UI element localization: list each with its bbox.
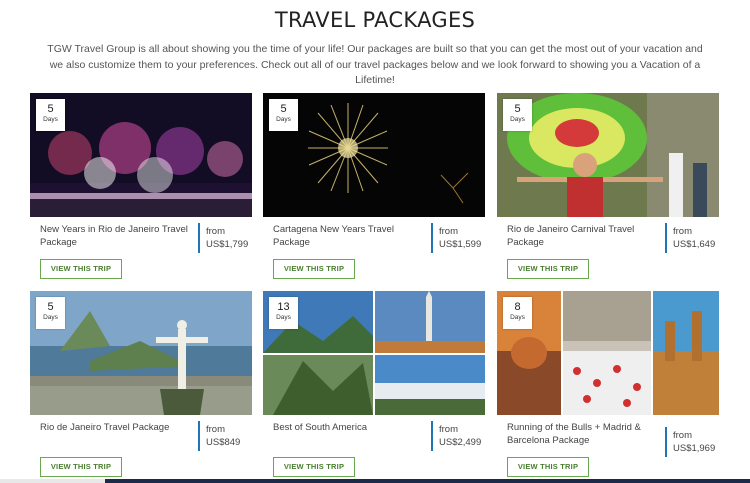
days-count: 13 [277, 301, 290, 313]
price-box: from US$1,799 [198, 223, 252, 253]
view-trip-button[interactable]: VIEW THIS TRIP [40, 259, 122, 279]
days-label: Days [510, 116, 525, 123]
days-badge: 5 Days [36, 297, 65, 329]
days-badge: 5 Days [503, 99, 532, 131]
days-badge: 5 Days [36, 99, 65, 131]
price-box: from US$1,599 [431, 223, 485, 253]
price-box: from US$1,649 [665, 223, 719, 253]
view-trip-button[interactable]: VIEW THIS TRIP [273, 259, 355, 279]
page-title: TRAVEL PACKAGES [274, 8, 476, 32]
package-card: 5 Days Cartagena New Years Travel Packag… [263, 93, 485, 279]
package-name[interactable]: Cartagena New Years Travel Package [273, 223, 423, 249]
price-from-label: from [673, 430, 692, 441]
days-count: 5 [47, 103, 54, 115]
price-from-label: from [206, 226, 225, 237]
package-card: 5 Days Rio de Janeiro Carnival Travel Pa… [497, 93, 719, 279]
view-trip-button[interactable]: VIEW THIS TRIP [507, 259, 589, 279]
price-from-label: from [673, 226, 692, 237]
price-amount: US$1,599 [439, 239, 482, 250]
package-name[interactable]: Rio de Janeiro Travel Package [40, 421, 190, 434]
price-amount: US$1,799 [206, 239, 249, 250]
price-from-label: from [439, 424, 458, 435]
price-amount: US$2,499 [439, 437, 482, 448]
view-trip-button[interactable]: VIEW THIS TRIP [507, 457, 589, 477]
days-count: 8 [514, 301, 521, 313]
days-label: Days [276, 314, 291, 321]
days-badge: 13 Days [269, 297, 298, 329]
view-trip-button[interactable]: VIEW THIS TRIP [40, 457, 122, 477]
days-badge: 5 Days [269, 99, 298, 131]
price-from-label: from [439, 226, 458, 237]
package-name[interactable]: Rio de Janeiro Carnival Travel Package [507, 223, 657, 249]
package-name[interactable]: Best of South America [273, 421, 423, 434]
days-label: Days [43, 314, 58, 321]
package-card: 8 Days Running of the Bulls + Madrid & B… [497, 291, 719, 477]
view-trip-button[interactable]: VIEW THIS TRIP [273, 457, 355, 477]
days-label: Days [276, 116, 291, 123]
price-box: from US$1,969 [665, 427, 719, 457]
price-box: from US$2,499 [431, 421, 485, 451]
package-card: 5 Days New Years in Rio de Janeiro Trave… [30, 93, 252, 279]
package-card: 5 Days Rio de Janeiro Travel Package fro… [30, 291, 252, 477]
price-amount: US$1,969 [673, 443, 716, 454]
price-box: from US$849 [198, 421, 252, 451]
days-count: 5 [47, 301, 54, 313]
days-label: Days [43, 116, 58, 123]
price-from-label: from [206, 424, 225, 435]
footer-bar [0, 479, 750, 483]
intro-text: TGW Travel Group is all about showing yo… [47, 43, 703, 86]
price-amount: US$849 [206, 437, 241, 448]
days-label: Days [510, 314, 525, 321]
package-name[interactable]: Running of the Bulls + Madrid & Barcelon… [507, 421, 657, 447]
days-count: 5 [514, 103, 521, 115]
days-count: 5 [280, 103, 287, 115]
package-card: 13 Days Best of South America from US$2,… [263, 291, 485, 477]
days-badge: 8 Days [503, 297, 532, 329]
price-amount: US$1,649 [673, 239, 716, 250]
package-name[interactable]: New Years in Rio de Janeiro Travel Packa… [40, 223, 190, 249]
